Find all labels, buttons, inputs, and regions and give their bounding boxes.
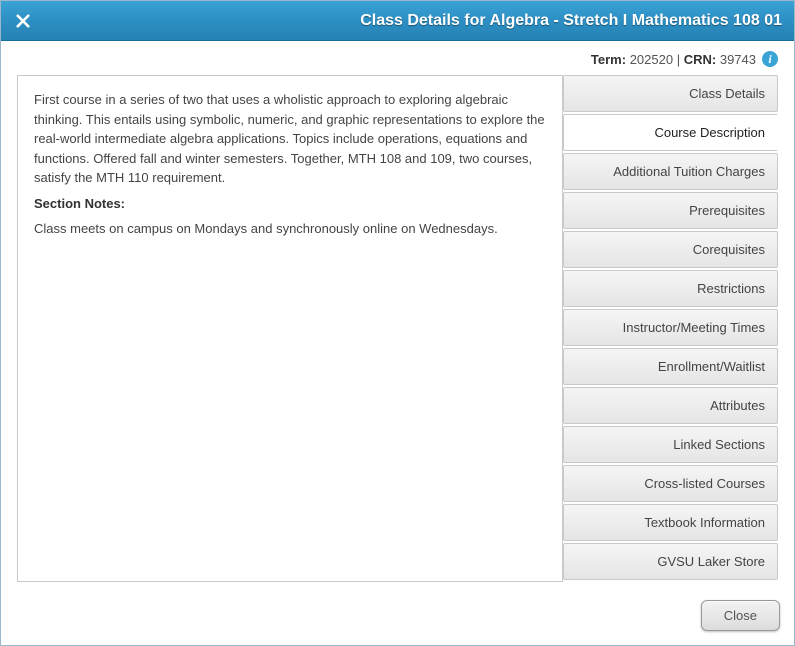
section-notes-text: Class meets on campus on Mondays and syn… xyxy=(34,219,546,239)
term-value: 202520 xyxy=(630,52,673,67)
tab-cross-listed[interactable]: Cross-listed Courses xyxy=(563,465,778,502)
close-icon[interactable] xyxy=(13,11,33,31)
dialog-titlebar: Class Details for Algebra - Stretch I Ma… xyxy=(1,1,794,41)
tabs-list: Class DetailsCourse DescriptionAdditiona… xyxy=(563,75,778,582)
crn-value: 39743 xyxy=(720,52,756,67)
dialog-footer: Close xyxy=(1,590,794,645)
tab-attributes[interactable]: Attributes xyxy=(563,387,778,424)
info-icon: i xyxy=(762,51,778,67)
tab-textbook-info[interactable]: Textbook Information xyxy=(563,504,778,541)
term-crn-row: i Term: 202520 | CRN: 39743 xyxy=(1,41,794,75)
dialog-body: Class DetailsCourse DescriptionAdditiona… xyxy=(1,75,794,590)
tab-enrollment-waitlist[interactable]: Enrollment/Waitlist xyxy=(563,348,778,385)
tab-prerequisites[interactable]: Prerequisites xyxy=(563,192,778,229)
close-button[interactable]: Close xyxy=(701,600,780,631)
tab-instructor-meeting[interactable]: Instructor/Meeting Times xyxy=(563,309,778,346)
tab-linked-sections[interactable]: Linked Sections xyxy=(563,426,778,463)
tab-laker-store[interactable]: GVSU Laker Store xyxy=(563,543,778,580)
class-details-dialog: Class Details for Algebra - Stretch I Ma… xyxy=(0,0,795,646)
tab-course-description[interactable]: Course Description xyxy=(563,114,778,151)
tab-class-details[interactable]: Class Details xyxy=(563,75,778,112)
dialog-title: Class Details for Algebra - Stretch I Ma… xyxy=(360,12,782,30)
tab-additional-tuition[interactable]: Additional Tuition Charges xyxy=(563,153,778,190)
section-notes-label: Section Notes: xyxy=(34,196,125,211)
term-label: Term: xyxy=(591,52,626,67)
tab-corequisites[interactable]: Corequisites xyxy=(563,231,778,268)
tab-content-panel: First course in a series of two that use… xyxy=(17,75,563,582)
crn-label: CRN: xyxy=(684,52,717,67)
course-description-text: First course in a series of two that use… xyxy=(34,90,546,188)
tab-restrictions[interactable]: Restrictions xyxy=(563,270,778,307)
